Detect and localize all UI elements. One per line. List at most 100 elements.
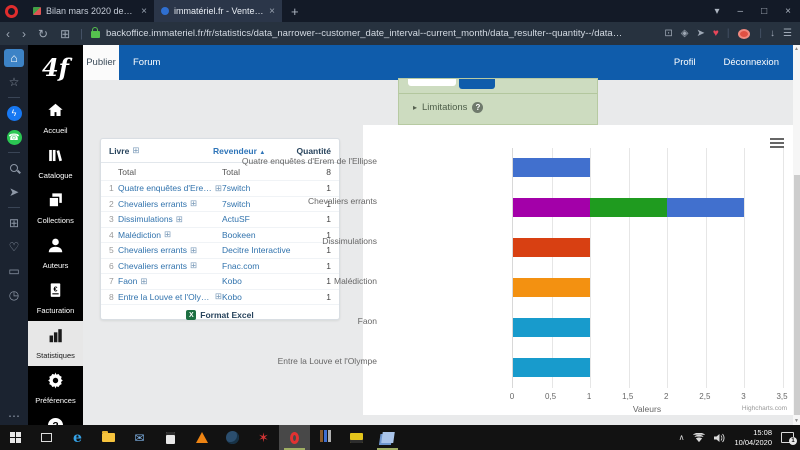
taskbar-steam-icon[interactable] [217, 425, 248, 450]
book-link[interactable]: Dissimulations⊞ [118, 214, 222, 225]
speaker-icon[interactable] [714, 433, 725, 443]
wifi-icon[interactable] [693, 433, 705, 442]
send-page-icon[interactable]: ➤ [692, 28, 708, 39]
expand-icon[interactable]: ⊞ [215, 183, 222, 194]
nav-profil[interactable]: Profil [660, 57, 710, 68]
sidebar-item-accueil[interactable]: Accueil [28, 96, 83, 141]
taskbar-calculator-icon[interactable] [155, 425, 186, 450]
book-link[interactable]: Malédiction⊞ [118, 229, 222, 240]
snapshot-icon[interactable]: ⊡ [660, 28, 676, 39]
url-text[interactable]: backoffice.immateriel.fr/fr/statistics/d… [106, 28, 626, 39]
bar-segment[interactable] [513, 158, 590, 177]
taskbar-yellow-app-icon[interactable] [341, 425, 372, 450]
immateriel-logo[interactable]: 4f [42, 45, 69, 96]
maximize-button[interactable]: □ [752, 6, 776, 17]
bar-segment[interactable] [667, 198, 744, 217]
browser-menu-icon[interactable]: ▾ [706, 6, 729, 17]
book-link[interactable]: Chevaliers errants⊞ [118, 245, 222, 256]
hidden-button[interactable] [408, 79, 456, 86]
retailer-link[interactable]: Fnac.com [222, 261, 304, 271]
scrollbar-thumb[interactable] [794, 175, 800, 415]
history-icon[interactable]: ◷ [4, 286, 24, 304]
extension-icon[interactable] [738, 29, 750, 39]
taskbar-vlc-icon[interactable] [186, 425, 217, 450]
whatsapp-icon[interactable]: ☎ [4, 128, 24, 146]
taskbar-start-icon[interactable] [0, 425, 31, 450]
taskbar-task-view-icon[interactable] [31, 425, 62, 450]
home-icon[interactable]: ⌂ [4, 49, 24, 67]
send-icon[interactable]: ➤ [4, 183, 24, 201]
expand-icon[interactable]: ⊞ [215, 291, 222, 302]
taskbar-red-app-icon[interactable]: ✶ [248, 425, 279, 450]
taskbar-clock[interactable]: 15:08 10/04/2020 [734, 428, 772, 448]
scroll-down-icon[interactable]: ▼ [793, 417, 800, 425]
expand-icon[interactable]: ⊞ [190, 260, 197, 271]
speed-dial-icon[interactable]: ⊞ [54, 27, 76, 41]
expand-icon[interactable]: ⊞ [140, 276, 147, 287]
book-link[interactable]: Chevaliers errants⊞ [118, 198, 222, 209]
bar-segment[interactable] [513, 278, 590, 297]
bar[interactable] [513, 358, 590, 377]
opera-logo-icon[interactable] [5, 5, 18, 18]
reload-icon[interactable]: ↻ [32, 27, 54, 41]
browser-tab[interactable]: immatériel.fr - Ventes du m× [154, 0, 282, 22]
browser-tab[interactable]: Bilan mars 2020 des ventes× [26, 0, 154, 22]
tab-close-icon[interactable]: × [269, 6, 275, 17]
retailer-link[interactable]: 7switch [222, 183, 304, 193]
column-header-quantite[interactable]: Quantité [295, 146, 331, 156]
back-icon[interactable]: ‹ [0, 27, 16, 41]
expand-icon[interactable]: ⊞ [190, 245, 197, 256]
heart-icon[interactable]: ♡ [4, 238, 24, 256]
expand-icon[interactable]: ⊞ [132, 145, 139, 156]
expand-icon[interactable]: ⊞ [164, 229, 171, 240]
more-icon[interactable]: ⋯ [4, 407, 24, 425]
bar[interactable] [513, 158, 590, 177]
sidebar-item-auteurs[interactable]: Auteurs [28, 231, 83, 276]
messenger-icon[interactable]: ϟ [4, 104, 24, 122]
expand-icon[interactable]: ⊞ [190, 198, 197, 209]
taskbar-calibre-icon[interactable] [310, 425, 341, 450]
bar-segment[interactable] [513, 198, 590, 217]
bar-segment[interactable] [513, 238, 590, 257]
new-tab-button[interactable]: + [282, 4, 308, 19]
forward-icon[interactable]: › [16, 27, 32, 41]
wallet-icon[interactable]: ▭ [4, 262, 24, 280]
bar-segment[interactable] [513, 318, 590, 337]
publish-tab[interactable]: Publier [83, 45, 119, 80]
tab-close-icon[interactable]: × [141, 6, 147, 17]
star-icon[interactable]: ☆ [4, 73, 24, 91]
bookmark-heart-icon[interactable]: ♥ [709, 28, 723, 39]
speed-dial-icon[interactable]: ⊞ [4, 214, 24, 232]
bar-segment[interactable] [513, 358, 590, 377]
book-link[interactable]: Chevaliers errants⊞ [118, 260, 222, 271]
retailer-link[interactable]: Decitre Interactive [222, 245, 304, 255]
sidebar-item-prfrences[interactable]: Préférences [28, 366, 83, 411]
book-link[interactable]: Entre la Louve et l'Olympe⊞ [118, 291, 222, 302]
nav-forum[interactable]: Forum [119, 57, 174, 68]
bar[interactable] [513, 318, 590, 337]
taskbar-blue-app-icon[interactable] [372, 425, 403, 450]
taskbar-mail-icon[interactable]: ✉ [124, 425, 155, 450]
download-icon[interactable]: ↓ [766, 28, 779, 39]
minimize-button[interactable]: – [729, 6, 753, 17]
column-header-revendeur[interactable]: Revendeur ▲ [213, 146, 295, 156]
retailer-link[interactable]: Kobo [222, 292, 304, 302]
secure-lock-icon[interactable] [91, 31, 100, 38]
sidebar-item-statistiques[interactable]: Statistiques [28, 321, 83, 366]
close-button[interactable]: × [776, 6, 800, 17]
column-header-livre[interactable]: Livre ⊞ [109, 145, 213, 156]
bar-segment[interactable] [590, 198, 667, 217]
sidebar-item-collections[interactable]: Collections [28, 186, 83, 231]
taskbar-file-explorer-icon[interactable] [93, 425, 124, 450]
limitations-toggle[interactable]: ▸ Limitations ? [413, 102, 483, 113]
expand-icon[interactable]: ⊞ [176, 214, 183, 225]
chart-credits[interactable]: Highcharts.com [742, 405, 787, 412]
bar[interactable] [513, 198, 744, 217]
settings-sliders-icon[interactable]: ☰ [779, 28, 796, 39]
bar[interactable] [513, 238, 590, 257]
taskbar-edge-icon[interactable]: e [62, 425, 93, 450]
retailer-link[interactable]: ActuSF [222, 214, 304, 224]
book-link[interactable]: Quatre enquêtes d'Erem de l'Ellipse⊞ [118, 183, 222, 194]
action-center-icon[interactable]: 1 [781, 432, 794, 443]
taskbar-opera-icon[interactable] [279, 425, 310, 450]
